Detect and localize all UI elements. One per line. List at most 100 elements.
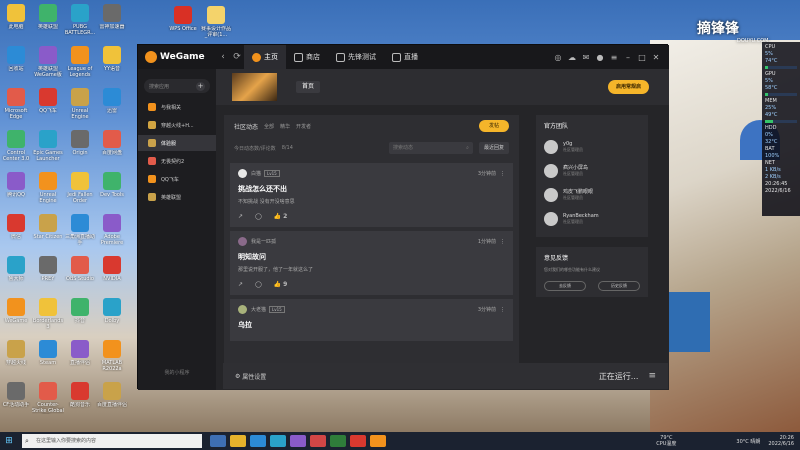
desktop-icon[interactable]: CF活动助手 [0, 380, 32, 422]
desktop-icon[interactable]: Control Center 3.0 [0, 128, 32, 170]
comment-icon[interactable]: ◯ [255, 213, 262, 220]
minimize-icon[interactable]: – [621, 53, 635, 62]
avatar[interactable] [238, 305, 247, 314]
sidebar-search[interactable]: 搜索应用 + [144, 79, 210, 93]
maximize-icon[interactable]: □ [635, 53, 649, 62]
desktop-icon[interactable]: 百度网盘 [96, 128, 128, 170]
feed-search-input[interactable]: 搜索动态 ⌕ [388, 142, 473, 154]
add-icon[interactable]: + [196, 81, 205, 91]
desktop-icon-wps[interactable]: WPS Office [167, 4, 199, 46]
desktop-icon[interactable]: Unreal Engine [32, 170, 64, 212]
desktop-icon[interactable]: Epic Games Launcher [32, 128, 64, 170]
desktop-icon[interactable]: 直播伴侣 [64, 338, 96, 380]
tab-live[interactable]: 直播 [384, 45, 426, 69]
team-member[interactable]: 疯兴小屏岛 社区管理员 [544, 159, 640, 183]
desktop-icon[interactable]: OBS Studio [64, 254, 96, 296]
desktop-icon[interactable]: NVIDIA [96, 254, 128, 296]
filter-developer[interactable]: 开发者 [296, 123, 311, 130]
avatar[interactable] [238, 169, 247, 178]
sidebar-item-test-server[interactable]: 体验服 [138, 135, 216, 151]
running-status[interactable]: 正在运行... [599, 371, 639, 382]
like-button[interactable]: 👍 2 [274, 213, 288, 220]
sidebar-item-related[interactable]: 与我相关 [138, 99, 216, 115]
app-icon[interactable] [270, 435, 286, 447]
desktop-icon[interactable]: WeGame [0, 296, 32, 338]
feed-post[interactable]: 我是一匹孤 1分钟前 ⋮ 明知故问 那里说开服了，他了一年就这么了 ↗ ◯ 👍 9 [230, 231, 513, 295]
share-icon[interactable]: ↗ [238, 213, 243, 220]
edge-icon[interactable] [250, 435, 266, 447]
post-title[interactable]: 挑战怎么还不出 [238, 184, 505, 194]
team-member[interactable]: RyanBeckham 社区管理员 [544, 207, 640, 231]
sidebar-item-lol[interactable]: 英雄联盟 [138, 189, 216, 205]
tab-beta[interactable]: 先锋测试 [328, 45, 384, 69]
sidebar-footer[interactable]: 我的小程序 [138, 369, 216, 376]
file-explorer-icon[interactable] [230, 435, 246, 447]
back-icon[interactable]: ‹ [216, 52, 230, 62]
desktop-icon[interactable]: 腾讯QQ [0, 170, 32, 212]
wegame-taskbar-icon[interactable] [370, 435, 386, 447]
sidebar-item-valorant[interactable]: 无畏契约2 [138, 153, 216, 169]
desktop-icon[interactable]: 迅雷 [96, 86, 128, 128]
desktop-icon[interactable]: Adobe Premiere [96, 212, 128, 254]
desktop-icon[interactable]: Microsoft Edge [0, 86, 32, 128]
avatar[interactable] [238, 237, 247, 246]
desktop-icon[interactable]: Origin [64, 128, 96, 170]
desktop-icon[interactable]: Steam [32, 338, 64, 380]
desktop-icon[interactable]: Dev Tools [96, 170, 128, 212]
team-member[interactable]: y0g 社区管理员 [544, 135, 640, 159]
desktop-icon[interactable]: 微信 [0, 212, 32, 254]
team-member[interactable]: 鸡皮飞鹏眼眼 社区管理员 [544, 183, 640, 207]
app-icon[interactable] [310, 435, 326, 447]
desktop-icon[interactable]: PREY [32, 254, 64, 296]
windows-start-icon[interactable]: ⊞ [0, 436, 18, 446]
like-button[interactable]: 👍 9 [274, 281, 288, 288]
game-thumbnail[interactable] [232, 73, 277, 101]
mail-icon[interactable]: ✉ [579, 53, 593, 62]
feed-post[interactable]: 大老猫 Lv15 3分钟前 ⋮ 乌拉 [230, 299, 513, 341]
app-icon[interactable] [330, 435, 346, 447]
desktop-icon[interactable]: Borderlands 3 [32, 296, 64, 338]
sidebar-item-cf[interactable]: 穿越火线+H... [138, 117, 216, 133]
weather-label[interactable]: 30°C 晴朗 [736, 438, 760, 445]
feed-post[interactable]: 白猫 Lv15 3分钟前 ⋮ 挑战怎么还不出 不知挑战 没有开没啥意思 ↗ ◯ 👍 2 [230, 163, 513, 227]
desktop-icon[interactable]: YY语音 [96, 44, 128, 86]
app-icon[interactable] [290, 435, 306, 447]
comment-icon[interactable]: ◯ [255, 281, 262, 288]
desktop-icon[interactable]: 雷神加速器 [96, 2, 128, 44]
more-icon[interactable]: ⋮ [500, 307, 505, 313]
hamburger-icon[interactable]: ≡ [648, 371, 656, 381]
desktop-icon[interactable]: 英雄联盟 WeGame版 [32, 44, 64, 86]
desktop-icon[interactable]: 鲁大师 [0, 254, 32, 296]
desktop-icon[interactable]: League of Legends [64, 44, 96, 86]
desktop-icon[interactable]: 酷狗音乐 [64, 380, 96, 422]
app-icon[interactable] [350, 435, 366, 447]
desktop-icon[interactable]: 英雄联盟 [32, 2, 64, 44]
desktop-icon[interactable]: Star Citizen [32, 212, 64, 254]
cloud-icon[interactable]: ☁ [565, 53, 579, 62]
settings-label[interactable]: 属性设置 [242, 372, 266, 381]
avatar-icon[interactable]: ● [593, 53, 607, 62]
desktop-icon[interactable]: 百度直播伴侣 [96, 380, 128, 422]
sidebar-item-qqspeed[interactable]: QQ飞车 [138, 171, 216, 187]
desktop-icon[interactable]: QQ飞车 [32, 86, 64, 128]
desktop-icon[interactable]: MATLAB R2022a [96, 338, 128, 380]
feedback-history-button[interactable]: 历史反馈 [598, 281, 640, 291]
desktop-icon[interactable]: Counter-Strike Global Off... [32, 380, 64, 422]
desktop-icon[interactable]: 回收站 [0, 44, 32, 86]
desktop-icon-document[interactable]: 赛事设计作品_评审(1... [200, 4, 232, 46]
desktop-icon[interactable]: 抖音 [64, 296, 96, 338]
desktop-icon[interactable]: 此电脑 [0, 2, 32, 44]
desktop-icon[interactable]: Jedi Fallen Order [64, 170, 96, 212]
desktop-icon[interactable]: Dolby [96, 296, 128, 338]
more-icon[interactable]: ⋮ [500, 171, 505, 177]
tab-store[interactable]: 商店 [286, 45, 328, 69]
taskbar-search[interactable]: 在这里输入你要搜索的内容 [22, 434, 202, 448]
settings-icon[interactable]: ⚙ [235, 373, 242, 380]
desktop-icon[interactable]: PUBG BATTLEGR... [64, 2, 96, 44]
new-post-button[interactable]: 发帖 [478, 120, 509, 132]
sort-select[interactable]: 最近回复 [478, 142, 509, 154]
desktop-icon[interactable]: 穿越火线 [0, 338, 32, 380]
filter-all[interactable]: 全部 [264, 123, 274, 130]
tab-home[interactable]: 主页 [244, 45, 286, 69]
refresh-icon[interactable]: ⟳ [230, 52, 244, 62]
